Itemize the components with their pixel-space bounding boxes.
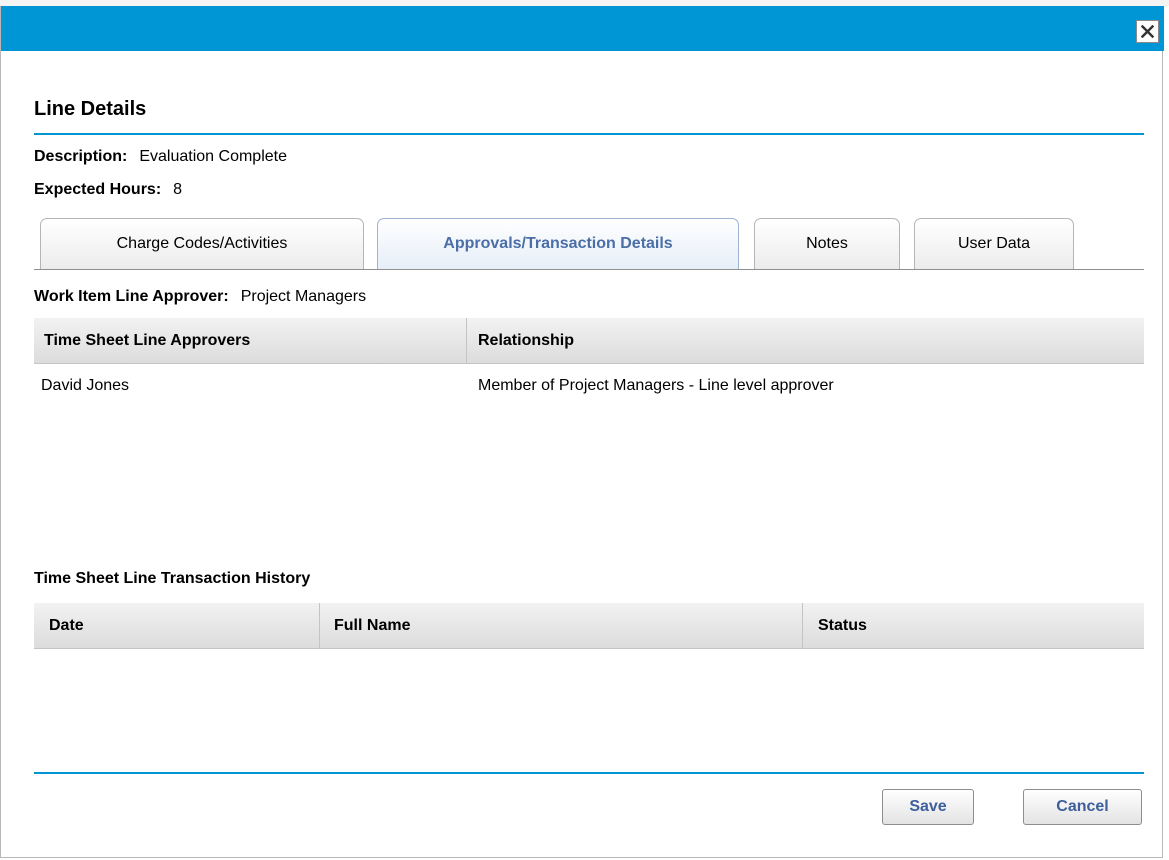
description-value: Evaluation Complete <box>139 148 287 165</box>
tab-strip-divider <box>34 269 1144 270</box>
footer-divider <box>34 772 1144 774</box>
tab-notes[interactable]: Notes <box>754 218 900 269</box>
close-button[interactable] <box>1136 20 1159 43</box>
expected-hours-value: 8 <box>173 181 183 198</box>
save-button[interactable]: Save <box>882 789 974 825</box>
column-header-full-name[interactable]: Full Name <box>320 603 802 649</box>
description-label: Description: <box>34 148 128 165</box>
expected-hours-label: Expected Hours: <box>34 181 162 198</box>
dialog-heading: Line Details <box>34 98 147 120</box>
tab-charge-codes-activities[interactable]: Charge Codes/Activities <box>40 218 364 269</box>
expected-hours-row: Expected Hours: 8 <box>34 181 182 199</box>
column-header-date[interactable]: Date <box>34 603 319 649</box>
dialog-titlebar <box>1 6 1164 51</box>
description-row: Description: Evaluation Complete <box>34 148 287 166</box>
close-icon <box>1141 25 1154 38</box>
column-header-approvers[interactable]: Time Sheet Line Approvers <box>34 318 466 364</box>
heading-divider <box>34 133 1144 135</box>
work-item-approver-value: Project Managers <box>240 288 367 305</box>
cancel-button[interactable]: Cancel <box>1023 789 1142 825</box>
approver-relationship-cell: Member of Project Managers - Line level … <box>478 377 834 394</box>
column-header-relationship[interactable]: Relationship <box>467 318 1143 364</box>
tab-user-data[interactable]: User Data <box>914 218 1074 269</box>
work-item-approver-row: Work Item Line Approver: Project Managers <box>34 288 366 306</box>
work-item-approver-label: Work Item Line Approver: <box>34 288 229 305</box>
line-details-dialog: Line Details Description: Evaluation Comp… <box>0 6 1164 858</box>
approver-name-cell: David Jones <box>41 377 130 394</box>
tab-approvals-transaction-details[interactable]: Approvals/Transaction Details <box>377 218 739 269</box>
transaction-history-title: Time Sheet Line Transaction History <box>34 570 311 587</box>
column-header-status[interactable]: Status <box>803 603 1143 649</box>
approvers-table-header: Time Sheet Line Approvers Relationship <box>34 318 1144 364</box>
history-table-header: Date Full Name Status <box>34 603 1144 649</box>
